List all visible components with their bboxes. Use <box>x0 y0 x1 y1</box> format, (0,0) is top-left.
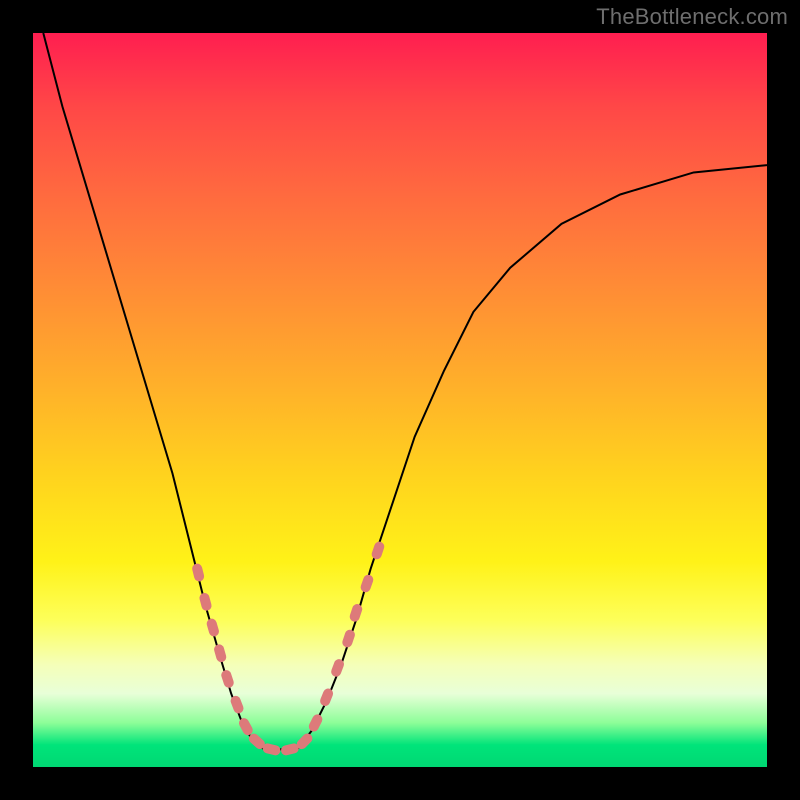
curve-marker <box>319 687 335 707</box>
curve-marker <box>229 694 245 714</box>
curve-marker <box>359 573 374 593</box>
chart-plot-area <box>33 33 767 767</box>
curve-marker <box>341 628 356 648</box>
curve-marker <box>206 618 221 638</box>
watermark-text: TheBottleneck.com <box>596 4 788 30</box>
curve-marker <box>348 603 363 623</box>
curve-marker <box>213 643 228 663</box>
curve-marker <box>262 742 282 756</box>
curve-marker <box>237 716 254 737</box>
curve-marker <box>191 563 205 583</box>
curve-marker <box>370 540 385 560</box>
chart-svg <box>33 33 767 767</box>
curve-marker <box>307 713 324 734</box>
curve-line <box>43 33 767 749</box>
curve-marker <box>198 592 212 612</box>
chart-frame: TheBottleneck.com <box>0 0 800 800</box>
marker-group <box>191 540 385 756</box>
curve-marker <box>220 669 235 689</box>
